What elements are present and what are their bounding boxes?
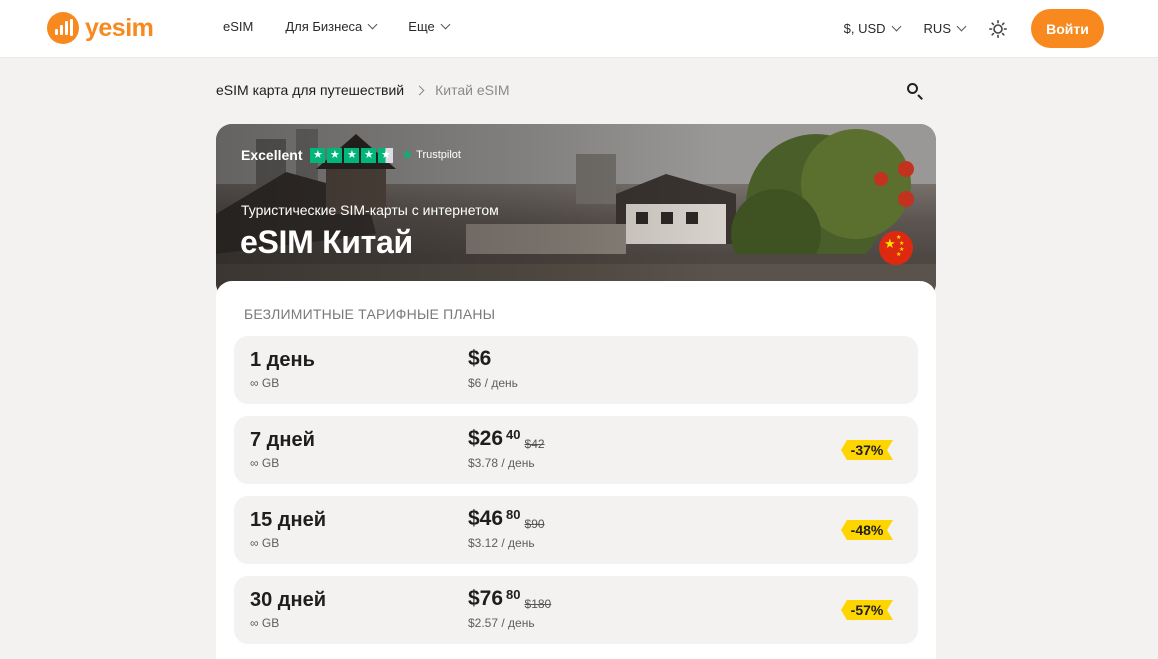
plans-card: БЕЗЛИМИТНЫЕ ТАРИФНЫЕ ПЛАНЫ 1 день ∞ GB $… (216, 281, 936, 659)
nav-more-label: Еще (408, 19, 435, 34)
rating-stars: ★ ★ ★ ★ ★ (310, 147, 394, 163)
header-tools: $, USD RUS Войти (844, 9, 1104, 48)
plan-price-main: $76 (468, 587, 504, 610)
plan-price-cents: 40 (506, 427, 521, 442)
plan-data: ∞ GB (250, 616, 280, 630)
chevron-down-icon (440, 19, 451, 30)
top-header: yesim eSIM Для Бизнеса Еще $, USD RUS Во… (0, 0, 1158, 58)
chevron-down-icon (367, 19, 378, 30)
login-button[interactable]: Войти (1031, 9, 1104, 48)
chevron-down-icon (891, 21, 901, 32)
plan-price-main: $6 (468, 347, 492, 370)
trustpilot-brand: ★ Trustpilot (401, 147, 460, 163)
plan-price: $6 (468, 347, 491, 371)
chevron-right-icon (414, 85, 425, 95)
plan-price: $26 40 $42 (468, 427, 545, 451)
star-icon: ★ (310, 147, 326, 163)
discount-badge: -37% (841, 440, 893, 460)
plan-duration: 30 дней (250, 589, 326, 611)
nav-esim[interactable]: eSIM (223, 19, 253, 34)
nav-business[interactable]: Для Бизнеса (285, 19, 378, 34)
plan-row-30-days[interactable]: 30 дней ∞ GB $76 80 $180 $2.57 / день -5… (234, 576, 918, 644)
plan-duration: 7 дней (250, 429, 315, 451)
plan-per-day: $3.12 / день (468, 536, 535, 550)
plan-row-15-days[interactable]: 15 дней ∞ GB $46 80 $90 $3.12 / день -48… (234, 496, 918, 564)
plan-price-cents: 80 (506, 507, 521, 522)
half-star-icon: ★ (378, 147, 394, 163)
currency-label: $, USD (843, 21, 886, 36)
chevron-down-icon (956, 21, 967, 32)
plan-row-1-day[interactable]: 1 день ∞ GB $6 $6 / день (234, 336, 918, 404)
plan-old-price: $42 (524, 437, 545, 451)
star-icon: ★ (327, 147, 343, 163)
currency-selector[interactable]: $, USD (843, 21, 901, 36)
plan-duration: 15 дней (250, 509, 326, 531)
plan-per-day: $2.57 / день (468, 616, 535, 630)
trustpilot-rating[interactable]: Excellent ★ ★ ★ ★ ★ ★ Trustpilot (241, 147, 461, 163)
plan-data: ∞ GB (250, 456, 280, 470)
page-title: eSIM Китай (240, 224, 413, 260)
plan-price: $76 80 $180 (468, 587, 551, 611)
nav-esim-label: eSIM (223, 19, 254, 34)
language-selector[interactable]: RUS (923, 21, 967, 36)
plan-per-day: $6 / день (468, 376, 518, 390)
nav-more[interactable]: Еще (408, 19, 451, 34)
plan-old-price: $90 (524, 517, 545, 531)
plan-price: $46 80 $90 (468, 507, 545, 531)
search-icon[interactable] (906, 82, 924, 100)
china-flag-icon: ★ ★ ★ ★ ★ (879, 231, 913, 265)
plan-old-price: $180 (524, 597, 552, 611)
breadcrumb: eSIM карта для путешествий Китай eSIM (216, 82, 510, 98)
plan-price-cents: 80 (506, 587, 521, 602)
discount-badge: -57% (841, 600, 893, 620)
discount-badge: -48% (841, 520, 893, 540)
breadcrumb-parent-link[interactable]: eSIM карта для путешествий (216, 82, 404, 98)
logo-icon (47, 12, 79, 44)
language-label: RUS (923, 21, 951, 36)
plans-section-title: БЕЗЛИМИТНЫЕ ТАРИФНЫЕ ПЛАНЫ (244, 306, 496, 322)
rating-word: Excellent (241, 147, 303, 163)
nav-business-label: Для Бизнеса (285, 19, 363, 34)
star-icon: ★ (361, 147, 377, 163)
trustpilot-star-icon: ★ (401, 147, 414, 162)
plan-data: ∞ GB (250, 536, 280, 550)
plan-price-main: $46 (468, 507, 504, 530)
plan-data: ∞ GB (250, 376, 280, 390)
plan-duration: 1 день (250, 349, 315, 371)
trustpilot-brand-label: Trustpilot (416, 149, 461, 161)
plan-row-7-days[interactable]: 7 дней ∞ GB $26 40 $42 $3.78 / день -37% (234, 416, 918, 484)
logo-text: yesim (85, 13, 154, 42)
main-nav: eSIM Для Бизнеса Еще (223, 19, 451, 34)
hero-subtitle: Туристические SIM-карты с интернетом (241, 202, 499, 218)
plan-per-day: $3.78 / день (468, 456, 535, 470)
yesim-logo[interactable]: yesim (47, 12, 154, 44)
breadcrumb-current: Китай eSIM (435, 82, 510, 98)
plan-price-main: $26 (468, 427, 504, 450)
theme-toggle-sun-icon[interactable] (989, 19, 1008, 38)
star-icon: ★ (344, 147, 360, 163)
hero-banner: Excellent ★ ★ ★ ★ ★ ★ Trustpilot Туристи… (216, 124, 936, 299)
